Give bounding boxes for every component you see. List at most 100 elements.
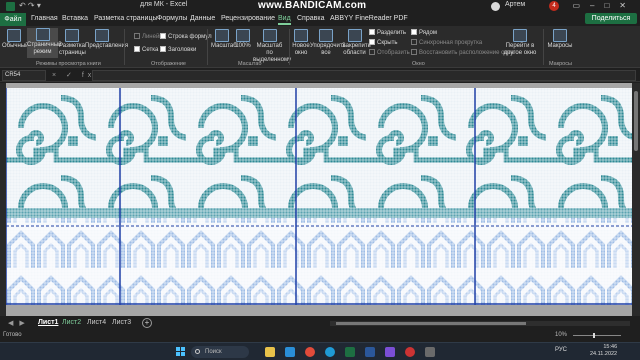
file-explorer-icon[interactable] [265, 347, 275, 357]
taskbar-search[interactable]: Поиск [191, 346, 249, 358]
add-sheet-button[interactable]: + [142, 318, 152, 328]
switch-windows-button[interactable]: Перейти в другое окно [500, 29, 540, 57]
vertical-scrollbar[interactable] [632, 83, 640, 316]
bandicam-icon[interactable] [405, 347, 415, 357]
clock[interactable]: 15:46 24.11.2022 [590, 344, 617, 358]
switch-windows-icon [513, 29, 527, 42]
excel-icon[interactable] [345, 347, 355, 357]
normal-view-button[interactable]: Обычный [2, 29, 29, 50]
split-button[interactable]: Разделить [369, 29, 406, 36]
gridlines-checkbox[interactable]: Сетка [134, 46, 158, 53]
clock-time: 15:46 [603, 344, 618, 350]
title-bar: ↶ ↷ ▾ для МК - Excel www.BANDICAM.com Ар… [0, 0, 640, 13]
formula-buttons[interactable]: × ✓ fx [52, 71, 95, 79]
sheet-tab-1[interactable]: Лист1 [38, 319, 58, 326]
page-break-view-button[interactable]: Страничный режим [27, 28, 62, 58]
arrange-icon [319, 29, 333, 42]
new-window-icon [294, 29, 308, 42]
formula-bar: CR54 × ✓ fx [0, 69, 640, 82]
new-window-button[interactable]: Новое окно [292, 29, 310, 57]
zoom-to-selection-button[interactable]: Масштаб по выделенному [253, 29, 291, 64]
scrollbar-thumb[interactable] [634, 91, 638, 151]
zoom-100-icon [236, 29, 250, 42]
sync-scroll-button[interactable]: Синхронная прокрутка [411, 39, 482, 46]
window-controls[interactable]: ▭–□✕ [572, 1, 636, 10]
tab-abbyy[interactable]: ABBYY FineReader PDF [330, 15, 408, 22]
macros-button[interactable]: Макросы [547, 29, 573, 50]
app-icon[interactable] [385, 347, 395, 357]
side-by-side-button[interactable]: Рядом [411, 29, 437, 36]
user-avatar[interactable] [491, 2, 500, 11]
sheet-tab-3[interactable]: Лист3 [112, 319, 131, 326]
status-ready: Готово [3, 332, 22, 338]
search-icon [195, 349, 200, 354]
window-title: для МК - Excel [140, 1, 188, 8]
zoom-selection-icon [262, 29, 277, 42]
recording-watermark: www.BANDICAM.com [258, 0, 367, 11]
custom-views-button[interactable]: Представления [85, 29, 128, 50]
zoom-slider-knob[interactable] [593, 333, 595, 338]
horizontal-scrollbar[interactable] [330, 321, 630, 326]
chrome-icon[interactable] [305, 347, 315, 357]
tab-review[interactable]: Рецензирование [221, 15, 275, 22]
zoom-slider[interactable] [573, 333, 621, 338]
sheet-tab-2[interactable]: Лист2 [62, 319, 81, 326]
tab-help[interactable]: Справка [297, 15, 324, 22]
tab-view[interactable]: Вид [278, 15, 291, 25]
zoom-level[interactable]: 10% [555, 332, 567, 338]
divider [124, 29, 125, 65]
excel-logo-icon [6, 2, 15, 11]
quick-access-toolbar[interactable]: ↶ ↷ ▾ [19, 1, 41, 10]
page-layout-icon [64, 29, 79, 42]
formula-bar-checkbox[interactable]: Строка формул [160, 33, 212, 40]
name-box[interactable]: CR54 [2, 70, 46, 81]
zoom-button[interactable]: Масштаб [211, 29, 237, 50]
reset-window-position-button[interactable]: Восстановить расположение окна [411, 49, 514, 56]
divider [207, 29, 208, 65]
divider [543, 29, 544, 65]
freeze-panes-button[interactable]: Закрепить области [342, 29, 371, 57]
ribbon: Обычный Страничный режим Разметка страницы… [0, 26, 640, 68]
tab-page-layout[interactable]: Разметка страницы [94, 15, 158, 22]
worksheet-area[interactable] [0, 83, 640, 316]
zoom-100-button[interactable]: 100% [235, 29, 251, 50]
tab-formulas[interactable]: Формулы [157, 15, 187, 22]
notification-badge[interactable]: 4 [549, 1, 559, 11]
headings-checkbox[interactable]: Заголовки [160, 46, 196, 53]
share-button[interactable]: Поделиться [585, 13, 637, 24]
windows-start-icon[interactable] [176, 347, 186, 357]
taskbar: Поиск РУС 15:46 24.11.2022 [0, 342, 640, 360]
arrange-all-button[interactable]: Упорядочить все [310, 29, 346, 57]
page-layout-view-button[interactable]: Разметка страницы [59, 29, 86, 57]
tab-file[interactable]: Файл [0, 13, 26, 26]
knitting-pattern-grid[interactable] [6, 88, 634, 305]
sheet-tab-bar: ◀▶ Лист1 Лист2 Лист4 Лист3 + [0, 318, 640, 330]
group-label-zoom: Масштаб [238, 61, 262, 67]
hide-button[interactable]: Скрыть [369, 39, 397, 46]
group-label-show: Отображение [151, 61, 186, 67]
scrollbar-thumb[interactable] [336, 322, 526, 325]
sheet-nav-arrows[interactable]: ◀▶ [8, 319, 31, 327]
tab-home[interactable]: Главная [31, 15, 58, 22]
unhide-button[interactable]: Отобразить [369, 49, 410, 56]
language-indicator[interactable]: РУС [555, 347, 567, 353]
tab-data[interactable]: Данные [190, 15, 215, 22]
page-break-icon [35, 28, 50, 41]
formula-input[interactable] [92, 70, 636, 81]
edge-icon[interactable] [325, 347, 335, 357]
app-icon[interactable] [425, 347, 435, 357]
store-icon[interactable] [285, 347, 295, 357]
sheet-tab-4[interactable]: Лист4 [87, 319, 106, 326]
freeze-panes-icon [347, 29, 362, 42]
group-label-views: Режимы просмотра книги [36, 61, 101, 67]
ribbon-tabs: Файл Главная Вставка Разметка страницы Ф… [0, 13, 640, 26]
custom-views-icon [95, 29, 109, 42]
user-name[interactable]: Артем [505, 1, 525, 8]
magnifier-icon [215, 29, 229, 42]
clock-date: 24.11.2022 [590, 351, 618, 357]
tab-insert[interactable]: Вставка [62, 15, 88, 22]
macros-icon [553, 29, 567, 42]
status-bar: Готово 10% [0, 330, 640, 342]
group-label-window: Окно [412, 61, 425, 67]
word-icon[interactable] [365, 347, 375, 357]
